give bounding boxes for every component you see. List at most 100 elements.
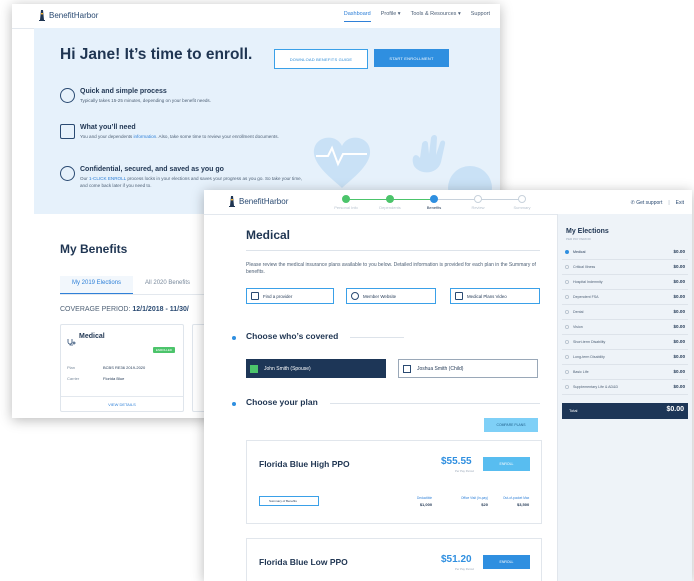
information-link[interactable]: information xyxy=(133,134,156,139)
radio-icon xyxy=(565,250,569,254)
radio-icon xyxy=(565,355,569,359)
election-name: Medical xyxy=(573,250,586,254)
nav-support[interactable]: Support xyxy=(471,11,490,22)
compare-plans-button[interactable]: COMPARE PLANS xyxy=(484,418,538,432)
election-row[interactable]: Supplementary Life & AD&D $0.00 xyxy=(562,381,688,395)
search-icon xyxy=(251,292,259,300)
step-personal-info[interactable]: Personal Info xyxy=(324,195,368,210)
brand-logo[interactable]: BenefitHarbor xyxy=(38,10,98,21)
enrolled-badge: ENROLLED xyxy=(152,347,175,353)
election-row[interactable]: Basic Life $0.00 xyxy=(562,366,688,380)
election-amount: $0.00 xyxy=(673,339,686,344)
view-details-link[interactable]: VIEW DETAILS xyxy=(61,396,183,407)
hero-banner: Hi Jane! It’s time to enroll. DOWNLOAD B… xyxy=(34,28,500,214)
feature-title: What you’ll need xyxy=(80,124,136,131)
top-nav: BenefitHarbor Dashboard Profile ▾ Tools … xyxy=(12,4,500,29)
election-name: Vision xyxy=(573,325,583,329)
member-website-link[interactable]: Member Website xyxy=(346,288,436,304)
feature-title: Confidential, secured, and saved as you … xyxy=(80,166,224,173)
sidebar-title: My Elections xyxy=(566,228,609,235)
brand-name: BenefitHarbor xyxy=(49,11,99,20)
card-title: Medical xyxy=(79,333,105,340)
stethoscope-icon xyxy=(67,333,76,346)
tab-2019-elections[interactable]: My 2019 Elections xyxy=(60,276,134,294)
radio-icon xyxy=(565,265,569,269)
feature-desc: Our 1-CLICK ENROLL process locks in your… xyxy=(80,176,302,188)
nav-profile[interactable]: Profile ▾ xyxy=(381,11,401,22)
start-enrollment-button[interactable]: START ENROLLMENT xyxy=(374,49,449,67)
election-row[interactable]: Long-term Disability $0.00 xyxy=(562,351,688,365)
step-review[interactable]: Review xyxy=(456,195,500,210)
feature-desc: Typically takes 15-25 minutes, depending… xyxy=(80,98,212,103)
plan-name: Florida Blue High PPO xyxy=(259,459,350,469)
phone-icon: ✆ xyxy=(630,200,635,206)
oop-max-stat: Out-of-pocket Max $3,500 xyxy=(503,496,530,507)
carrier-row: Carrier Florida Blue xyxy=(67,376,125,381)
medical-benefit-card[interactable]: Medical ENROLLED Plan BCBS RE36 2019-2020… xyxy=(60,324,184,412)
feature-title: Quick and simple process xyxy=(80,88,167,95)
brand-logo[interactable]: BenefitHarbor xyxy=(228,196,288,207)
feature-what-you-need: What you’ll need You and your dependents… xyxy=(60,124,310,152)
election-amount: $0.00 xyxy=(673,294,686,299)
election-name: Long-term Disability xyxy=(573,355,605,359)
price-period: Per Pay Period xyxy=(455,567,474,571)
download-benefits-guide-button[interactable]: DOWNLOAD BENEFITS GUIDE xyxy=(274,49,368,69)
price-period: Per Pay Period xyxy=(455,469,474,473)
video-icon xyxy=(455,292,463,300)
exit-link[interactable]: Exit xyxy=(676,200,684,206)
globe-icon xyxy=(351,292,359,300)
election-row[interactable]: Vision $0.00 xyxy=(562,321,688,335)
feature-desc: You and your dependents information. Als… xyxy=(80,134,279,139)
medical-enrollment-window: BenefitHarbor Personal Info Dependents B… xyxy=(204,190,692,581)
radio-icon xyxy=(565,310,569,314)
hero-title: Hi Jane! It’s time to enroll. xyxy=(60,46,253,63)
election-row[interactable]: Dependent FSA $0.00 xyxy=(562,291,688,305)
summary-of-benefits-link[interactable]: Summary of Benefits xyxy=(259,496,319,506)
election-amount: $0.00 xyxy=(673,354,686,359)
dependent-child-checkbox[interactable]: Joshua Smith (Child) xyxy=(398,359,538,378)
nav-dashboard[interactable]: Dashboard xyxy=(343,11,371,22)
section-dot xyxy=(232,336,236,340)
radio-icon xyxy=(565,340,569,344)
enroll-button[interactable]: ENROLL xyxy=(483,457,530,471)
election-name: Hospital Indemnity xyxy=(573,280,603,284)
office-visit-stat: Office Visit (In-pay) $20 xyxy=(461,496,488,507)
plan-card-high-ppo[interactable]: Florida Blue High PPO $55.55 Per Pay Per… xyxy=(246,440,542,524)
nav-tools-resources[interactable]: Tools & Resources ▾ xyxy=(411,11,461,22)
plan-card-low-ppo[interactable]: Florida Blue Low PPO $51.20 Per Pay Peri… xyxy=(246,538,542,581)
election-amount: $0.00 xyxy=(673,309,686,314)
get-support-link[interactable]: ✆ Get support xyxy=(631,200,663,206)
total-row: Total $0.00 xyxy=(562,403,688,419)
my-elections-sidebar: My Elections PER PAY PERIOD Medical $0.00… xyxy=(557,214,692,581)
stopwatch-icon xyxy=(60,88,75,103)
election-row[interactable]: Short-term Disability $0.00 xyxy=(562,336,688,350)
dependent-spouse-checkbox[interactable]: John Smith (Spouse) xyxy=(246,359,386,378)
election-amount: $0.00 xyxy=(673,264,686,269)
election-amount: $0.00 xyxy=(673,249,686,254)
deductible-stat: Deductible $1,000 xyxy=(417,496,433,507)
find-provider-link[interactable]: Find a provider xyxy=(246,288,334,304)
plan-price: $51.20 xyxy=(441,554,472,565)
step-dependents[interactable]: Dependents xyxy=(368,195,412,210)
sidebar-subtitle: PER PAY PERIOD xyxy=(566,237,591,241)
choose-plan-heading: Choose your plan xyxy=(246,397,318,407)
enrollment-top-nav: BenefitHarbor Personal Info Dependents B… xyxy=(204,190,692,215)
election-amount: $0.00 xyxy=(673,384,686,389)
lighthouse-icon xyxy=(228,196,236,207)
plan-name: Florida Blue Low PPO xyxy=(259,557,348,567)
election-row[interactable]: Hospital Indemnity $0.00 xyxy=(562,276,688,290)
radio-icon xyxy=(565,325,569,329)
election-row[interactable]: Dental $0.00 xyxy=(562,306,688,320)
election-name: Dependent FSA xyxy=(573,295,599,299)
enroll-button[interactable]: ENROLL xyxy=(483,555,530,569)
one-click-enroll-link[interactable]: 1-CLICK ENROLL xyxy=(89,176,126,181)
checkbox-empty-icon xyxy=(403,364,411,373)
radio-icon xyxy=(565,280,569,284)
tab-2020-benefits[interactable]: All 2020 Benefits xyxy=(133,276,202,294)
medical-plans-video-link[interactable]: Medical Plans Video xyxy=(450,288,540,304)
coverage-period: COVERAGE PERIOD: 12/1/2018 - 11/30/ xyxy=(60,306,189,313)
election-row[interactable]: Medical $0.00 xyxy=(562,246,688,260)
election-row[interactable]: Critical Illness $0.00 xyxy=(562,261,688,275)
step-summary[interactable]: Summary xyxy=(500,195,544,210)
step-benefits[interactable]: Benefits xyxy=(412,195,456,210)
